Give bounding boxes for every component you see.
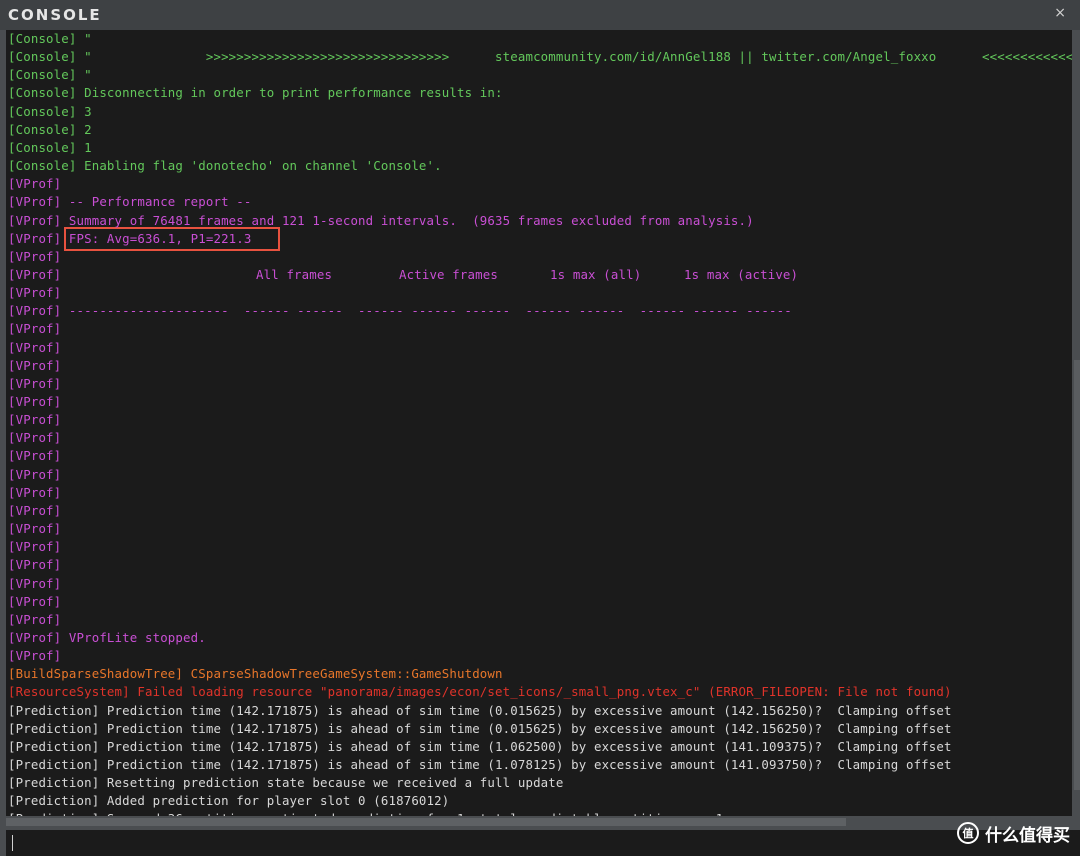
text-caret	[12, 835, 13, 851]
title-bar[interactable]: CONSOLE ×	[0, 0, 1080, 30]
vprof-line: [VProf]	[8, 248, 62, 264]
table-row: [VProf]Client Simulation0.260.74764810.2…	[8, 375, 62, 391]
window-title: CONSOLE	[8, 6, 102, 24]
watermark: 值 什么值得买	[957, 820, 1070, 846]
table-row: [VProf]ClientSimulateTick0.030.4576950.3…	[8, 502, 62, 518]
group-header: Active frames	[399, 266, 498, 282]
table-row: [VProf]ClientSimulateFrame0.230.44764810…	[8, 394, 62, 409]
vprof-line: [VProf]	[8, 176, 62, 192]
log-line: [BuildSparseShadowTree] CSparseShadowTre…	[8, 666, 503, 682]
horizontal-scrollbar[interactable]	[6, 818, 846, 826]
log-line: [Prediction] Scanned 36 entities, activa…	[8, 810, 723, 816]
console-line: [Console] Disconnecting in order to prin…	[8, 85, 503, 101]
vprof-table-column-header: [VProf]AvgP99NAvgP99P50P95NP50P95	[8, 285, 62, 301]
vprof-line: [VProf]	[8, 611, 62, 627]
table-row: [VProf]Frame Boundary0.621.07764810.621.…	[8, 357, 62, 373]
log-line: [Prediction] Added prediction for player…	[8, 793, 450, 809]
watermark-logo-icon: 值	[957, 822, 979, 844]
vprof-line: [VProf] Summary of 76481 frames and 121 …	[8, 212, 754, 228]
table-row: [VProf]Prediction0.070.38764810.070.380.…	[8, 448, 62, 464]
table-row: [VProf]Networking0.010.1776990.150.260.3…	[8, 575, 62, 591]
log-line: [Prediction] Resetting prediction state …	[8, 775, 564, 791]
table-row: [VProf]Client Rendering0.921.56764810.92…	[8, 339, 62, 355]
table-row: [VProf]Server Animation0.020.2776950.240…	[8, 521, 62, 537]
console-window: CONSOLE × [Console] " [Console] " >>>>>>>…	[0, 0, 1080, 856]
console-output[interactable]: [Console] " [Console] " >>>>>>>>>>>>>>>>>…	[6, 30, 1072, 816]
watermark-text: 什么值得买	[985, 825, 1070, 846]
vprof-line: [VProf]	[8, 648, 62, 664]
vprof-table-group-header: [VProf] All frames Active frames 1s max (al…	[8, 266, 799, 282]
group-header: 1s max (active)	[684, 266, 799, 282]
console-line: [Console] "	[8, 67, 92, 83]
console-line: [Console] 3	[8, 103, 92, 119]
table-row: [VProf]FrameTotal1.574.52764811.574.524.…	[8, 321, 62, 337]
table-row: [VProf]UserCommands0.040.5376950.440.640…	[8, 484, 62, 500]
group-header: 1s max (all)	[550, 266, 642, 282]
vprof-table-separator: [VProf] --------------------- ------ ---…	[8, 303, 792, 319]
table-row: [VProf]Server Game0.121.5176951.211.951.…	[8, 430, 62, 446]
table-row: [VProf]Server Send Networking0.020.19769…	[8, 557, 62, 573]
log-line: [Prediction] Prediction time (142.171875…	[8, 757, 952, 772]
command-input[interactable]	[6, 830, 1080, 856]
log-line: [Prediction] Prediction time (142.171875…	[8, 720, 952, 736]
table-row: [VProf]Unaccounted0.070.28764810.070.280…	[8, 466, 62, 482]
console-line: [Console] 1	[8, 139, 92, 155]
console-line: [Console] 2	[8, 121, 92, 137]
log-line: [Prediction] Prediction time (142.171875…	[8, 702, 952, 718]
table-row: [VProf]Server Simulation0.151.7976951.48…	[8, 412, 62, 428]
log-line: [Prediction] Prediction time (142.171875…	[8, 738, 952, 754]
console-line: [Console] " >>>>>>>>>>>>>>>>>>>>>>>>>>>>…	[8, 49, 1072, 65]
vprof-line: [VProf] VProfLite stopped.	[8, 629, 206, 645]
console-line: [Console] Enabling flag 'donotecho' on c…	[8, 158, 442, 174]
vertical-scrollbar[interactable]	[1074, 360, 1080, 790]
close-icon[interactable]: ×	[1054, 5, 1066, 21]
vprof-line: [VProf] FPS: Avg=636.1, P1=221.3	[8, 230, 252, 246]
table-row: [VProf]NPCs0.020.2376950.190.350.320.641…	[8, 539, 62, 555]
table-row: [VProf]SoundOperators0.000.006230.140.27…	[8, 593, 62, 609]
group-header: All frames	[256, 266, 333, 282]
vprof-line: [VProf] -- Performance report --	[8, 194, 252, 210]
console-line: [Console] "	[8, 31, 92, 46]
log-line: [ResourceSystem] Failed loading resource…	[8, 684, 952, 700]
